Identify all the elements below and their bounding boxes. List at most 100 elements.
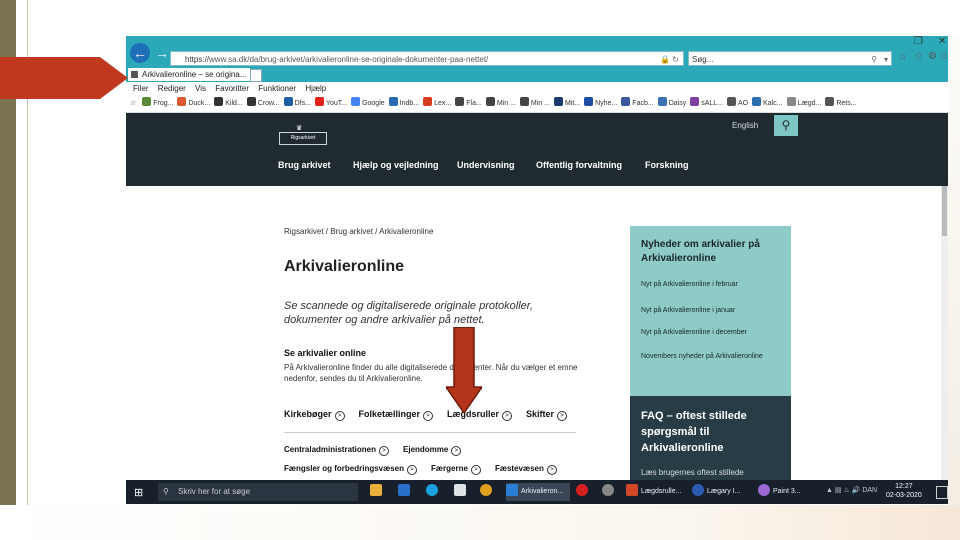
windows-taskbar: ⊞ ⚲ Skriv her for at søge Arkivalieron..… <box>126 480 948 504</box>
back-button[interactable]: ← <box>130 43 150 63</box>
taskbar-settings-icon[interactable] <box>602 483 617 501</box>
menu-view[interactable]: Vis <box>195 82 206 96</box>
scrollbar[interactable] <box>941 186 948 504</box>
favorite-item[interactable]: Lægd... <box>786 96 821 112</box>
add-favorite-star-icon[interactable]: ☆ <box>130 96 136 112</box>
site-logo[interactable]: Rigsarkivet <box>279 132 327 145</box>
favorite-item[interactable]: AO <box>727 96 748 112</box>
favorite-item[interactable]: Facb... <box>621 96 654 112</box>
favorite-item[interactable]: Google <box>351 96 385 112</box>
taskbar-search[interactable]: ⚲ Skriv her for at søge <box>158 483 358 501</box>
news-link[interactable]: Nyt på Arkivalieronline i december <box>641 328 786 338</box>
nav-hjaelp-og-vejledning[interactable]: Hjælp og vejledning <box>353 160 439 170</box>
favorite-item[interactable]: YouT... <box>314 96 347 112</box>
favorite-icon <box>786 97 796 106</box>
taskbar-chrome-icon[interactable] <box>480 483 495 501</box>
link-kirkeboger[interactable]: Kirkebøger > <box>284 409 345 421</box>
favorite-item[interactable]: sALL... <box>690 96 723 112</box>
news-box: Nyheder om arkivalier på Arkivalieronlin… <box>630 226 791 396</box>
section-text: På Arkivalieronline finder du alle digit… <box>284 363 578 383</box>
favorite-item[interactable]: Fla... <box>455 96 482 112</box>
annotation-arrow-icon <box>446 327 482 413</box>
topic-links-row-1: Kirkebøger > Folketællinger > Lægdsruller > Sk… <box>284 409 581 421</box>
site-search-button[interactable]: ⚲ <box>774 115 798 136</box>
english-link[interactable]: English <box>732 121 758 130</box>
menu-bar: Filer Rediger Vis Favoritter Funktioner … <box>126 82 948 96</box>
favorite-item[interactable]: Lex... <box>423 96 451 112</box>
notification-icon[interactable] <box>936 486 948 499</box>
divider <box>284 432 576 433</box>
favorite-item[interactable]: Mit... <box>553 96 580 112</box>
star-icon[interactable]: ☆ <box>914 51 923 62</box>
favorite-item[interactable]: Daisy <box>657 96 686 112</box>
favorite-icon <box>657 97 667 106</box>
favorite-item[interactable]: Min ... <box>519 96 550 112</box>
taskbar-mail-icon[interactable] <box>398 483 413 501</box>
system-tray[interactable]: ▲ ▤ ♨ 🔊 DAN <box>826 486 877 494</box>
taskbar-app-paint3d[interactable]: Paint 3... <box>758 483 816 501</box>
smiley-icon[interactable]: ☺ <box>939 51 948 62</box>
slide-background <box>0 505 960 540</box>
news-link[interactable]: Nyt på Arkivalieronline i februar <box>641 280 786 290</box>
favorite-item[interactable]: Min ... <box>485 96 516 112</box>
taskbar-clock[interactable]: 12:27 02-03-2020 <box>886 482 922 500</box>
favorite-item[interactable]: Rets... <box>825 96 857 112</box>
link-centraladministrationen[interactable]: Centraladministrationen > <box>284 445 390 456</box>
taskbar-opera-icon[interactable] <box>576 483 591 501</box>
favorite-icon <box>351 97 361 106</box>
nav-forskning[interactable]: Forskning <box>645 160 689 170</box>
url-tools-icon[interactable]: 🔒 ↻ <box>660 52 679 65</box>
tab-arkivalieronline[interactable]: Arkivalieronline – se origina... <box>128 68 250 81</box>
taskbar-skype-icon[interactable] <box>426 483 441 501</box>
menu-help[interactable]: Hjælp <box>305 82 326 96</box>
link-ejendomme[interactable]: Ejendomme > <box>403 445 462 456</box>
menu-favorites[interactable]: Favoritter <box>215 82 249 96</box>
favorite-item[interactable]: Duck... <box>177 96 210 112</box>
taskbar-app-powerpoint[interactable]: Lægdsrulle... <box>626 483 690 501</box>
close-icon[interactable]: ✕ <box>938 36 946 47</box>
link-faestevaesen[interactable]: Fæstevæsen > <box>495 464 557 475</box>
browser-screenshot: ← → https://www.sa.dk/da/brug-arkivet/ar… <box>126 36 948 504</box>
favorite-item[interactable]: Nyhe... <box>584 96 617 112</box>
favorite-item[interactable]: Kalc... <box>752 96 783 112</box>
windows-start-icon[interactable]: ⊞ <box>134 486 143 499</box>
taskbar-app-ie[interactable]: Arkivalieron... <box>506 483 570 501</box>
nav-offentlig-forvaltning[interactable]: Offentlig forvaltning <box>536 160 622 170</box>
favorite-item[interactable]: Kild... <box>214 96 243 112</box>
favorite-icon <box>752 97 762 106</box>
favorite-item[interactable]: Dfs... <box>283 96 311 112</box>
url-field[interactable]: https://www.sa.dk/da/brug-arkivet/arkiva… <box>170 51 684 66</box>
menu-tools[interactable]: Funktioner <box>258 82 296 96</box>
favorite-item[interactable]: Indb... <box>388 96 419 112</box>
restore-icon[interactable]: ❐ <box>914 36 923 47</box>
link-skifter[interactable]: Skifter > <box>526 409 568 421</box>
tab-row: Arkivalieronline – se origina... <box>126 67 948 82</box>
faq-subtext: Læs brugernes oftest stillede <box>641 468 744 477</box>
menu-edit[interactable]: Rediger <box>158 82 186 96</box>
link-folketaellinger[interactable]: Folketællinger > <box>359 409 434 421</box>
taskbar-app-2[interactable]: Lægary I... <box>692 483 752 501</box>
page-content: Rigsarkivet / Brug arkivet / Arkivaliero… <box>126 186 948 504</box>
browser-search-field[interactable]: Søg... ⚲ ▾ <box>688 51 892 66</box>
gear-icon[interactable]: ⚙ <box>928 51 937 62</box>
home-icon[interactable]: ⌂ <box>900 51 906 62</box>
taskbar-document-icon[interactable] <box>454 483 469 501</box>
nav-undervisning[interactable]: Undervisning <box>457 160 515 170</box>
new-tab-button[interactable] <box>250 69 262 82</box>
favorite-item[interactable]: Crow... <box>246 96 280 112</box>
news-link[interactable]: Nyt på Arkivalieronline i januar <box>641 306 786 316</box>
breadcrumb[interactable]: Rigsarkivet / Brug arkivet / Arkivaliero… <box>284 227 433 236</box>
link-faergerne[interactable]: Færgerne > <box>431 464 481 475</box>
search-icon[interactable]: ⚲ <box>871 52 877 67</box>
taskbar-file-explorer-icon[interactable] <box>370 483 385 501</box>
chevron-down-icon[interactable]: ▾ <box>884 52 888 67</box>
favorite-item[interactable]: Frog... <box>142 96 173 112</box>
favorite-icon <box>727 97 737 106</box>
forward-button[interactable]: → <box>152 43 172 63</box>
menu-file[interactable]: Filer <box>133 82 149 96</box>
link-faengsler[interactable]: Fængsler og forbedringsvæsen > <box>284 464 418 475</box>
favorite-icon <box>142 97 152 106</box>
scrollbar-thumb[interactable] <box>942 186 947 236</box>
news-link[interactable]: Novembers nyheder på Arkivalieronline <box>641 352 786 362</box>
nav-brug-arkivet[interactable]: Brug arkivet <box>278 160 331 170</box>
